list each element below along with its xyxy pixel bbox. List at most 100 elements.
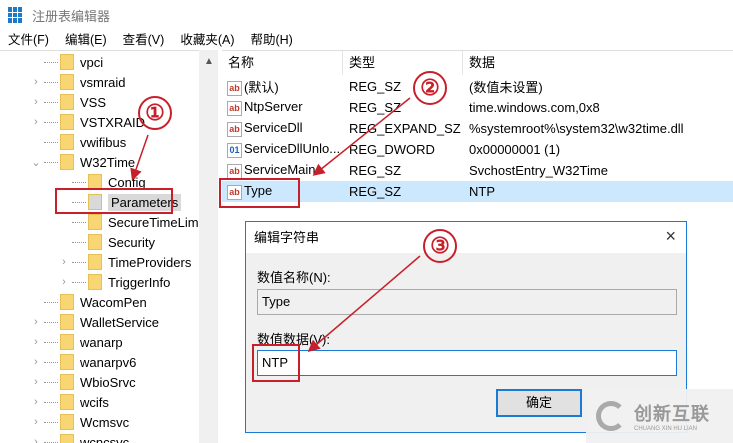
tree-item[interactable]: vpci <box>30 52 103 72</box>
value-name-text: ServiceMain <box>244 162 316 178</box>
folder-icon <box>60 334 74 350</box>
tree-line <box>44 101 58 103</box>
value-name-text: (默认) <box>244 79 279 95</box>
chevron-right-icon[interactable]: › <box>30 76 42 88</box>
chevron-right-icon[interactable]: › <box>58 276 70 288</box>
string-value-icon: ab <box>227 81 242 97</box>
tree-item[interactable]: › vsmraid <box>30 72 126 92</box>
tree-item-label: vsmraid <box>80 74 126 90</box>
chevron-right-icon[interactable]: › <box>58 256 70 268</box>
tree-line <box>44 301 58 303</box>
chevron-right-icon[interactable]: › <box>30 336 42 348</box>
binary-value-icon: 01 <box>227 142 242 158</box>
tree-line <box>44 81 58 83</box>
tree-item[interactable]: › WalletService <box>30 312 159 332</box>
list-row[interactable]: ab (默认) REG_SZ (数值未设置) <box>222 76 733 97</box>
menu-item[interactable]: 收藏夹(A) <box>172 30 242 50</box>
tree-item[interactable]: › VSTXRAID <box>30 112 145 132</box>
folder-icon <box>88 234 102 250</box>
tree-item[interactable]: SecureTimeLimits <box>58 212 212 232</box>
chevron-right-icon[interactable]: › <box>30 436 42 443</box>
value-data: SvchostEntry_W32Time <box>469 163 608 178</box>
tree-line <box>72 241 86 243</box>
value-data: %systemroot%\system32\w32time.dll <box>469 121 684 136</box>
close-icon[interactable]: × <box>665 226 676 247</box>
value-data: (数值未设置) <box>469 80 543 95</box>
watermark: 创新互联 CHUANG XIN HU LIAN <box>586 389 733 443</box>
column-header-type[interactable]: 类型 <box>343 51 463 75</box>
tree-scrollbar[interactable]: ▲ <box>199 50 218 443</box>
tree-item[interactable]: WacomPen <box>30 292 147 312</box>
highlight-parameters <box>55 188 173 214</box>
menu-item[interactable]: 查看(V) <box>115 30 173 50</box>
menu-bar: 文件(F) 编辑(E) 查看(V) 收藏夹(A) 帮助(H) <box>0 30 733 50</box>
folder-icon <box>60 294 74 310</box>
list-row[interactable]: 01 ServiceDllUnlo... REG_DWORD 0x00000001 (… <box>222 139 733 160</box>
menu-item[interactable]: 帮助(H) <box>242 30 300 50</box>
chevron-right-icon[interactable]: › <box>30 416 42 428</box>
string-value-icon: ab <box>227 163 242 179</box>
folder-icon <box>88 274 102 290</box>
tree-item[interactable]: › wanarpv6 <box>30 352 136 372</box>
tree-item[interactable]: › wanarp <box>30 332 123 352</box>
chevron-right-icon[interactable]: › <box>30 96 42 108</box>
list-row[interactable]: ab ServiceDll REG_EXPAND_SZ %systemroot%\sy… <box>222 118 733 139</box>
chevron-right-icon[interactable]: › <box>30 376 42 388</box>
tree-pane: vpci › vsmraid › VSS › VSTXRAID vwifibus ⌄ W32Tim… <box>0 50 218 443</box>
tree-item[interactable]: › Wcmsvc <box>30 412 129 432</box>
tree-item-label: TriggerInfo <box>108 274 171 290</box>
chevron-right-icon[interactable]: › <box>30 116 42 128</box>
value-name-text: ServiceDll <box>244 120 303 136</box>
tree-item-label: WalletService <box>80 314 159 330</box>
tree-item-label: wcifs <box>80 394 109 410</box>
tree-item-label: TimeProviders <box>108 254 192 270</box>
menu-item[interactable]: 编辑(E) <box>57 30 115 50</box>
highlight-ntp <box>252 344 300 382</box>
tree-item-label: VSTXRAID <box>80 114 146 130</box>
tree-item[interactable]: › TimeProviders <box>58 252 191 272</box>
watermark-subtext: CHUANG XIN HU LIAN <box>634 426 698 432</box>
tree-line <box>44 161 58 163</box>
tree-line <box>72 281 86 283</box>
tree-item-label: vpci <box>80 54 104 70</box>
tree-item[interactable]: › wcncsvc <box>30 432 129 443</box>
column-header-name[interactable]: 名称 <box>222 51 343 75</box>
tree-item[interactable]: › WbioSrvc <box>30 372 136 392</box>
folder-icon <box>60 434 74 443</box>
tree-item[interactable]: vwifibus <box>30 132 126 152</box>
scroll-up-icon[interactable]: ▲ <box>204 56 214 67</box>
tree-line <box>44 421 58 423</box>
menu-item[interactable]: 文件(F) <box>0 30 57 50</box>
ok-button[interactable]: 确定 <box>496 389 582 417</box>
watermark-text: 创新互联 <box>634 404 710 424</box>
folder-icon <box>60 94 74 110</box>
tree-line <box>72 261 86 263</box>
tree-item[interactable]: ⌄ W32Time <box>30 152 135 172</box>
dialog-title: 编辑字符串 <box>246 222 686 253</box>
value-type: REG_SZ <box>349 100 402 115</box>
tree-line <box>44 401 58 403</box>
folder-icon <box>60 394 74 410</box>
chevron-right-icon[interactable]: › <box>30 316 42 328</box>
value-name-label: 数值名称(N): <box>257 270 331 285</box>
column-header-data[interactable]: 数据 <box>463 51 733 75</box>
tree-item[interactable]: › wcifs <box>30 392 109 412</box>
folder-icon <box>60 114 74 130</box>
tree-line <box>44 141 58 143</box>
value-type: REG_SZ <box>349 79 402 94</box>
value-type: REG_SZ <box>349 184 402 199</box>
chevron-right-icon[interactable]: › <box>30 396 42 408</box>
list-row[interactable]: ab NtpServer REG_SZ time.windows.com,0x8 <box>222 97 733 118</box>
tree-item-label: Security <box>108 234 155 250</box>
tree-line <box>44 321 58 323</box>
tree-item[interactable]: Security <box>58 232 155 252</box>
value-data-field[interactable]: NTP <box>257 350 677 376</box>
tree-line <box>72 181 86 183</box>
folder-icon <box>60 414 74 430</box>
chevron-right-icon[interactable]: › <box>30 356 42 368</box>
value-name: ab ServiceDll <box>227 120 303 137</box>
tree-item[interactable]: › VSS <box>30 92 106 112</box>
folder-icon <box>60 134 74 150</box>
tree-item[interactable]: › TriggerInfo <box>58 272 170 292</box>
chevron-down-icon[interactable]: ⌄ <box>30 156 42 169</box>
